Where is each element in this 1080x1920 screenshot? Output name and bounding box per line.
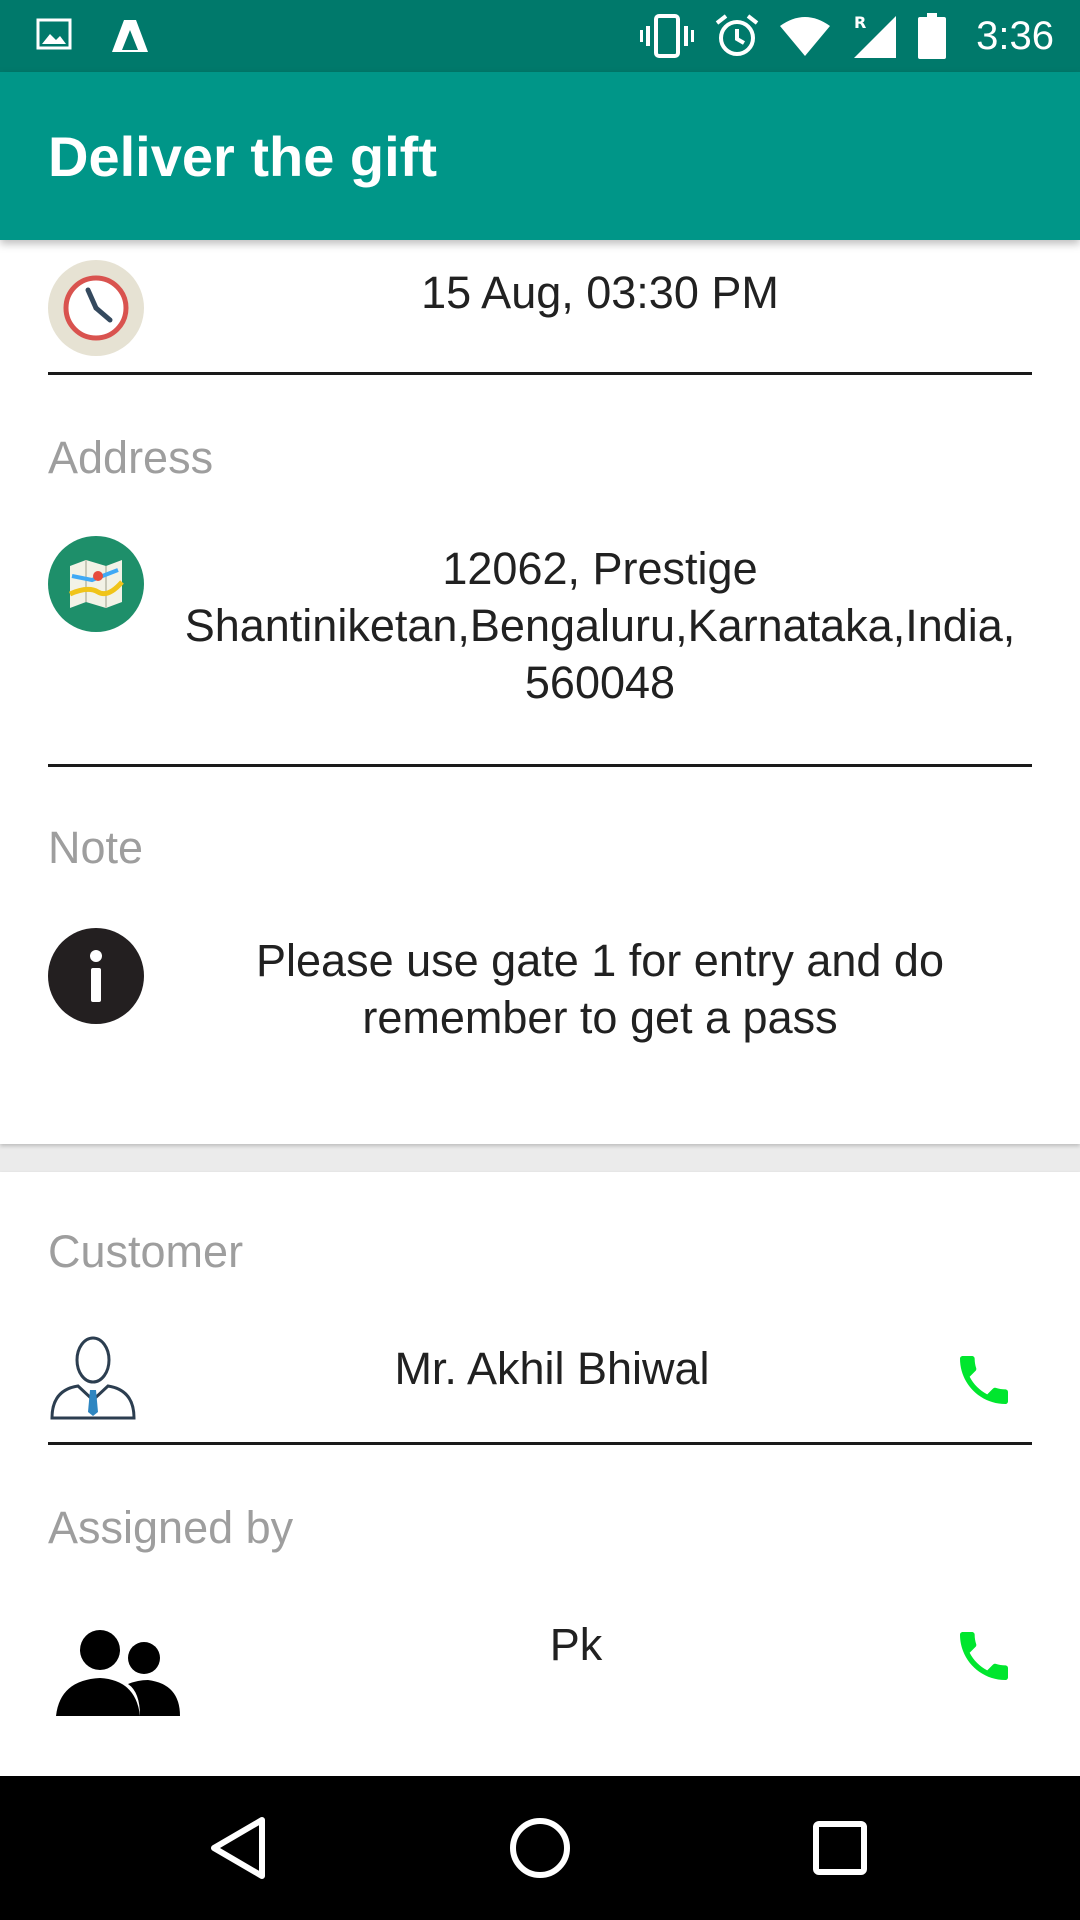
people-icon — [56, 1630, 180, 1716]
call-assigner-phone-icon[interactable] — [952, 1624, 1016, 1688]
customer-name: Mr. Akhil Bhiwal — [394, 1343, 710, 1394]
signal-roaming-icon: R — [854, 13, 897, 58]
clock-time: 3:36 — [976, 13, 1054, 58]
battery-icon — [918, 13, 947, 59]
assigned-by-name: Pk — [549, 1619, 603, 1670]
clock-icon — [48, 260, 144, 356]
call-customer-phone-icon[interactable] — [952, 1348, 1016, 1412]
customer-avatar-icon — [50, 1336, 136, 1420]
divider — [48, 372, 1032, 375]
divider — [48, 1442, 1032, 1445]
alarm-icon — [715, 14, 759, 56]
delivery-note: Please use gate 1 for entry and do remem… — [256, 935, 944, 1043]
assigned-by-label: Assigned by — [48, 1502, 294, 1553]
map-icon[interactable] — [48, 536, 144, 632]
app-bar: Deliver the gift — [0, 72, 1080, 240]
contacts-card: Customer Mr. Akhil Bhiwal Assigned by Pk — [0, 1172, 1080, 1776]
back-icon[interactable] — [204, 1812, 276, 1884]
status-bar: R 3:36 — [0, 0, 1080, 72]
page-title: Deliver the gift — [48, 125, 437, 188]
vibrate-icon — [640, 14, 695, 58]
delivery-details-card: 15 Aug, 03:30 PM Address 12062, Prestige… — [0, 240, 1080, 1144]
svg-text:R: R — [854, 13, 866, 32]
delivery-datetime: 15 Aug, 03:30 PM — [421, 267, 779, 318]
image-icon — [36, 18, 72, 50]
navigation-bar — [0, 1776, 1080, 1920]
customer-label: Customer — [48, 1226, 244, 1277]
app-icon — [112, 20, 148, 52]
wifi-icon — [780, 17, 831, 56]
info-icon — [48, 928, 144, 1024]
home-icon[interactable] — [504, 1812, 576, 1884]
delivery-address: 12062, Prestige Shantiniketan,Bengaluru,… — [184, 543, 1016, 708]
recents-icon[interactable] — [804, 1812, 876, 1884]
divider — [48, 764, 1032, 767]
note-label: Note — [48, 822, 144, 873]
address-label: Address — [48, 432, 214, 483]
